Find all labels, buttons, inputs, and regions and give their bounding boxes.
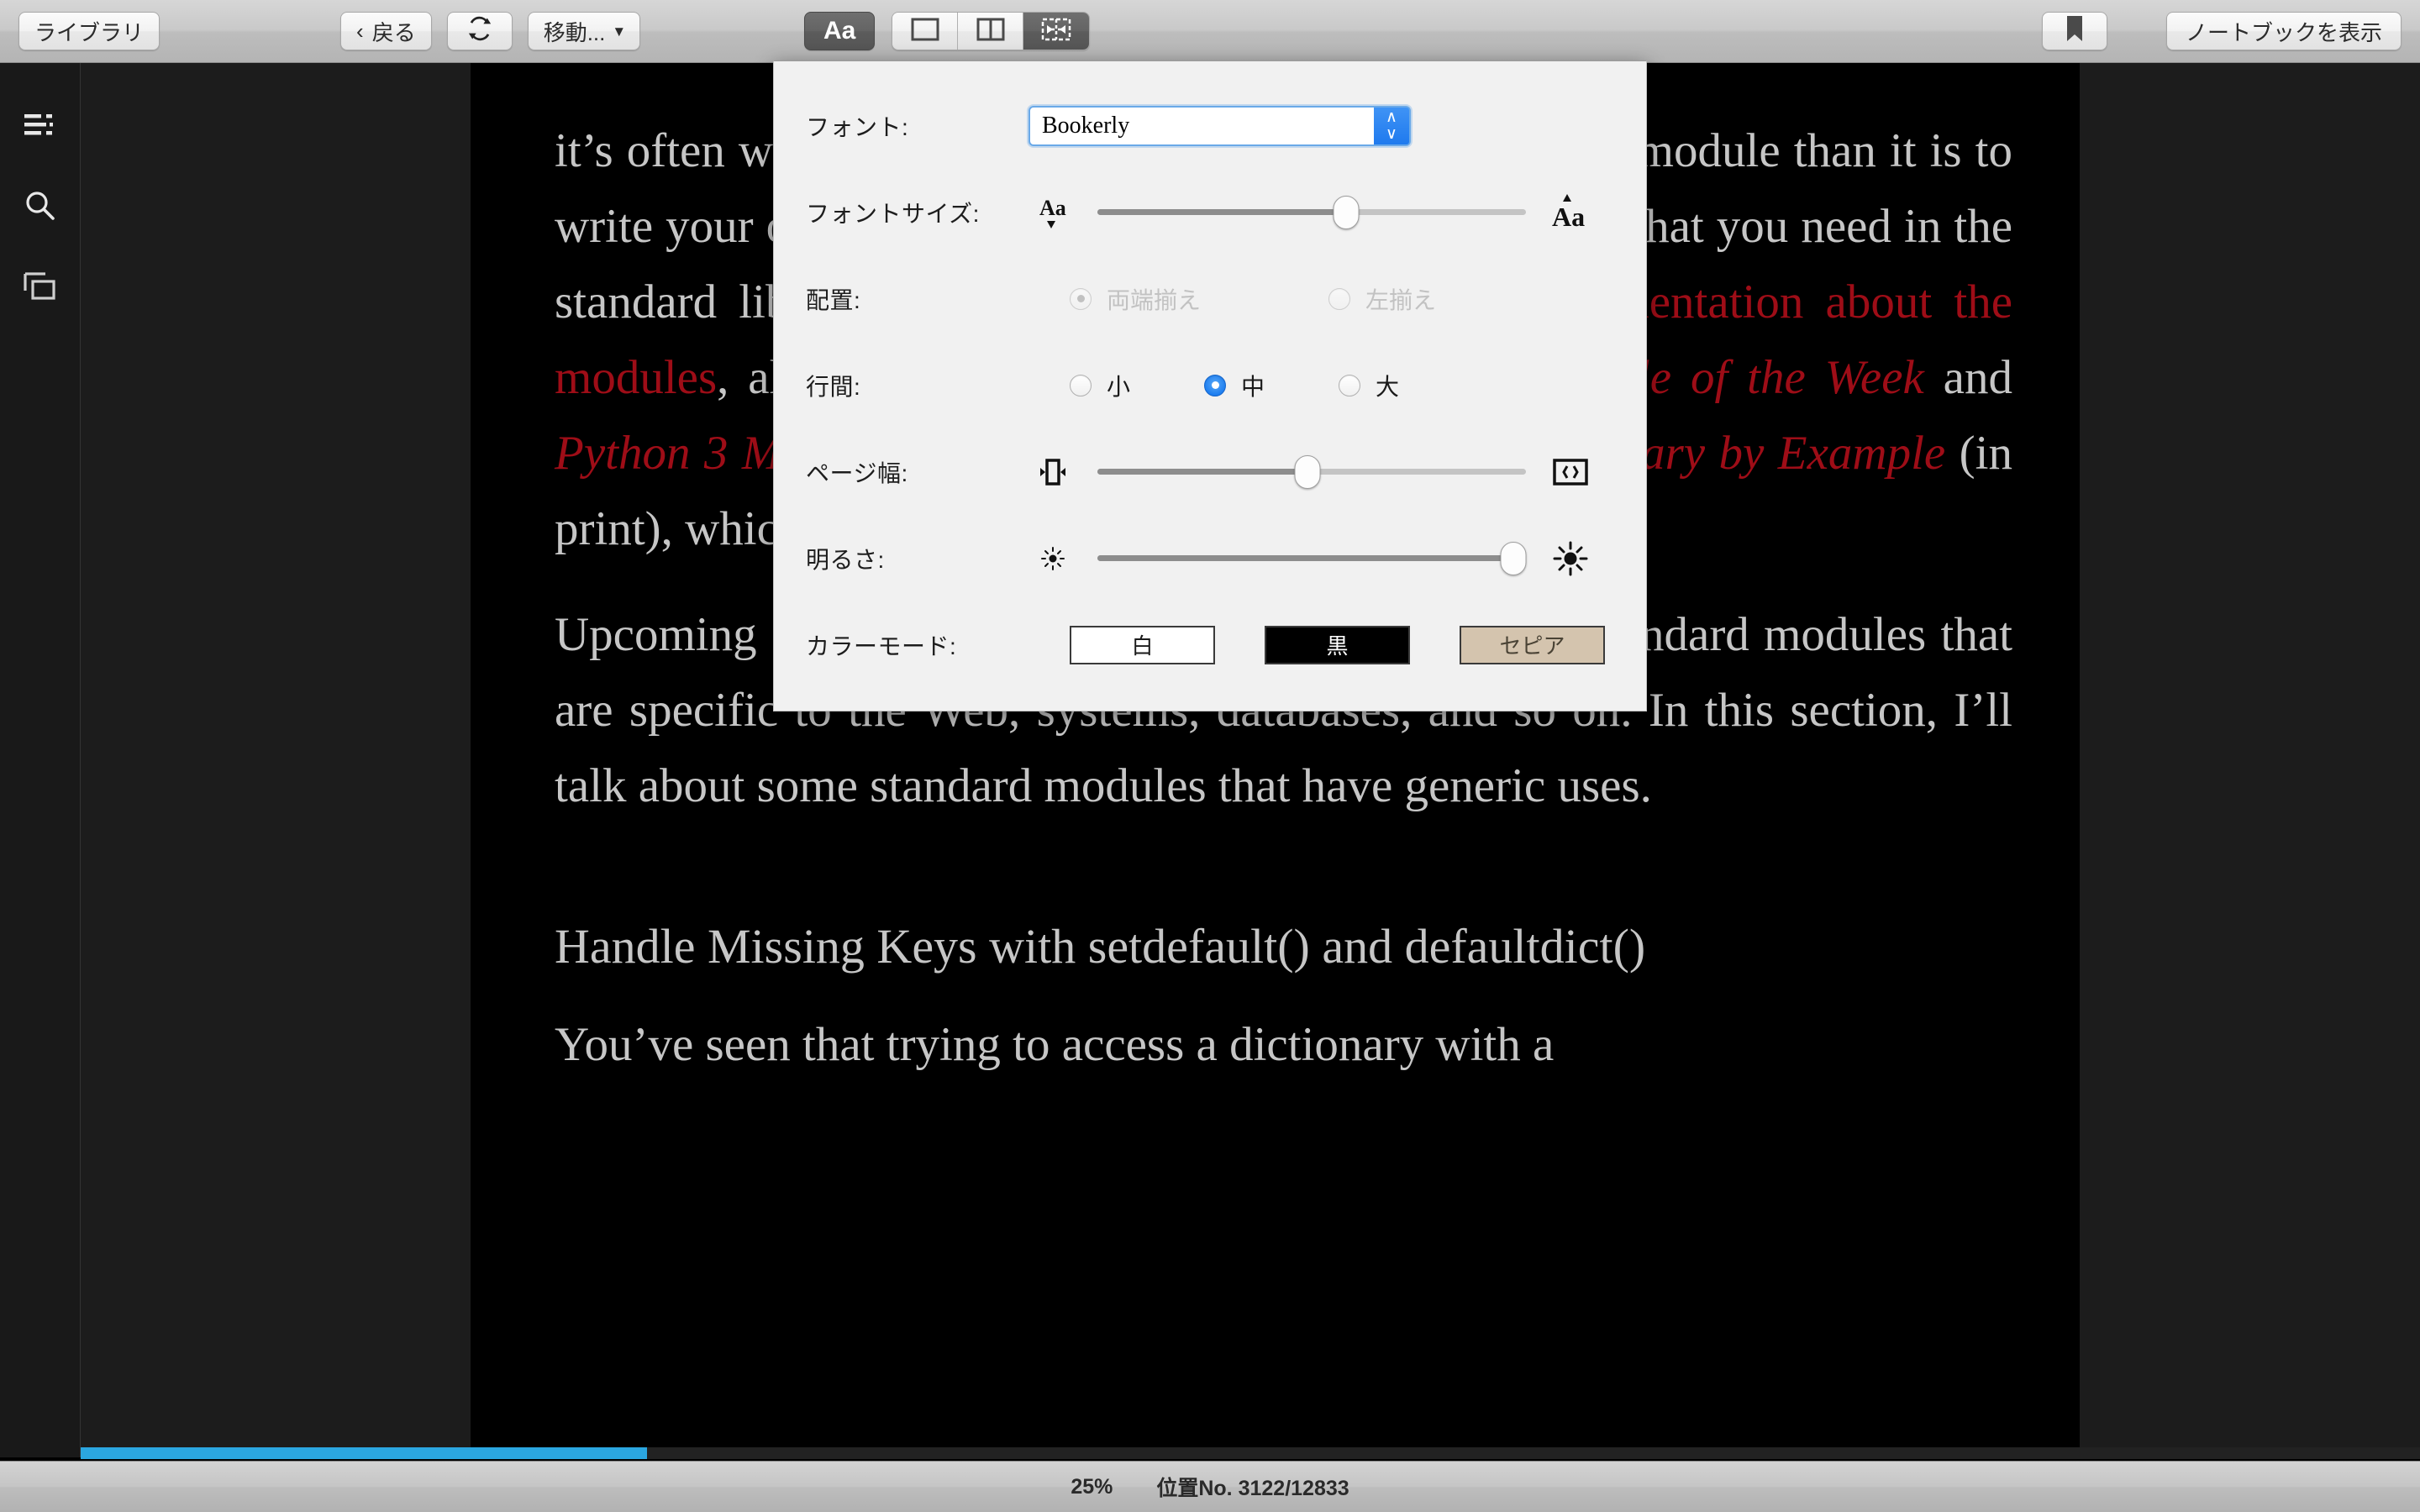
view-mode-double-button[interactable] bbox=[958, 13, 1024, 50]
paragraph-1-mid2: and bbox=[1923, 351, 2012, 404]
show-notebook-button[interactable]: ノートブックを表示 bbox=[2165, 12, 2402, 50]
font-settings-label: Aa bbox=[823, 17, 856, 45]
font-settings-button[interactable]: Aa bbox=[804, 12, 876, 50]
single-page-view-icon bbox=[911, 18, 939, 45]
back-button-label: 戻る bbox=[371, 19, 416, 45]
radio-spacing-small-icon[interactable] bbox=[1070, 374, 1092, 396]
page-width-slider-knob[interactable] bbox=[1294, 454, 1321, 489]
alignment-justify-label: 両端揃え bbox=[1107, 286, 1202, 313]
color-mode-row-label: カラーモード: bbox=[806, 633, 957, 659]
font-size-slider-knob[interactable] bbox=[1333, 195, 1360, 229]
bookmark-icon bbox=[2065, 15, 2084, 48]
cards-stack-icon bbox=[24, 271, 57, 305]
page-width-row: ページ幅: bbox=[806, 428, 1614, 515]
narrow-page-icon[interactable] bbox=[1028, 455, 1077, 489]
chevron-down-icon: ▼ bbox=[612, 23, 627, 39]
view-mode-continuous-button[interactable] bbox=[1023, 13, 1090, 50]
font-select[interactable]: Bookerly ∧ ∨ bbox=[1028, 105, 1411, 146]
chevron-left-icon: ‹ bbox=[356, 18, 364, 44]
page-width-row-label: ページ幅: bbox=[806, 459, 908, 486]
sidebar-item-search[interactable] bbox=[0, 167, 81, 248]
alignment-option-left: 左揃え bbox=[1328, 282, 1436, 316]
list-lines-icon bbox=[24, 113, 56, 142]
increase-font-size-icon[interactable]: Aa bbox=[1546, 191, 1595, 234]
goto-button[interactable]: 移動... ▼ bbox=[527, 12, 641, 50]
show-notebook-label: ノートブックを表示 bbox=[2185, 19, 2382, 45]
page-width-slider[interactable] bbox=[1097, 454, 1526, 489]
brightness-low-icon[interactable] bbox=[1028, 544, 1077, 573]
line-spacing-medium-label: 中 bbox=[1241, 373, 1265, 400]
brightness-high-icon[interactable] bbox=[1546, 540, 1595, 577]
page-width-slider-filled bbox=[1097, 469, 1307, 475]
font-size-slider-filled bbox=[1097, 209, 1346, 215]
color-mode-sepia-label: セピア bbox=[1499, 633, 1565, 659]
goto-button-label: 移動... bbox=[543, 19, 606, 45]
bookmark-button[interactable] bbox=[2041, 12, 2107, 50]
font-size-row: フォントサイズ: Aa Aa bbox=[806, 169, 1614, 255]
book-section-heading: Handle Missing Keys with setdefault() an… bbox=[555, 919, 1646, 974]
svg-text:Aa: Aa bbox=[1039, 196, 1066, 220]
library-button[interactable]: ライブラリ bbox=[18, 12, 160, 50]
main-toolbar: ライブラリ ‹ 戻る 移動... ▼ Aa ノートブックを表示 bbox=[0, 0, 2420, 63]
font-size-row-label: フォントサイズ: bbox=[806, 200, 980, 227]
color-mode-white-button[interactable]: 白 bbox=[1070, 625, 1215, 664]
stepper-up-icon: ∧ bbox=[1386, 108, 1397, 126]
font-size-slider[interactable] bbox=[1097, 195, 1526, 229]
left-sidebar bbox=[0, 63, 81, 1457]
radio-spacing-large-icon[interactable] bbox=[1339, 374, 1361, 396]
line-spacing-option-medium[interactable]: 中 bbox=[1204, 369, 1265, 402]
view-mode-group bbox=[892, 12, 1091, 50]
magnifier-icon bbox=[24, 190, 56, 226]
reader-window: ライブラリ ‹ 戻る 移動... ▼ Aa ノートブックを表示 it’s oft… bbox=[0, 0, 2420, 1512]
radio-justify-icon bbox=[1070, 287, 1092, 310]
font-select-value: Bookerly bbox=[1042, 112, 1130, 139]
line-spacing-small-label: 小 bbox=[1107, 373, 1131, 400]
decrease-font-size-icon[interactable]: Aa bbox=[1028, 193, 1077, 232]
sync-button[interactable] bbox=[446, 12, 513, 50]
font-select-stepper[interactable]: ∧ ∨ bbox=[1374, 107, 1409, 144]
two-column-view-icon bbox=[976, 18, 1005, 45]
view-mode-single-button[interactable] bbox=[892, 13, 959, 50]
display-settings-popover: フォント: Bookerly ∧ ∨ フォントサイズ: Aa Aa 配置: 両端… bbox=[773, 60, 1647, 711]
reading-progress-track[interactable] bbox=[81, 1447, 2420, 1459]
brightness-slider-knob[interactable] bbox=[1500, 541, 1527, 575]
brightness-slider-filled bbox=[1097, 555, 1513, 561]
location-label: 位置No. 3122/12833 bbox=[1156, 1477, 1349, 1500]
line-spacing-large-label: 大 bbox=[1376, 373, 1400, 400]
radio-left-align-icon bbox=[1328, 287, 1351, 310]
alignment-row-label: 配置: bbox=[806, 286, 861, 313]
radio-spacing-medium-icon[interactable] bbox=[1204, 374, 1227, 396]
sync-refresh-icon bbox=[467, 16, 492, 47]
continuous-scroll-view-icon bbox=[1041, 18, 1071, 45]
status-bar: 25% 位置No. 3122/12833 bbox=[0, 1461, 2420, 1512]
stepper-down-icon: ∨ bbox=[1386, 124, 1397, 143]
color-mode-row: カラーモード: 白 黒 セピア bbox=[806, 601, 1614, 688]
reading-progress-fill bbox=[81, 1447, 647, 1459]
brightness-slider[interactable] bbox=[1097, 541, 1527, 575]
color-mode-white-label: 白 bbox=[1131, 633, 1154, 659]
font-row-label: フォント: bbox=[806, 113, 909, 140]
color-mode-black-button[interactable]: 黒 bbox=[1265, 625, 1410, 664]
brightness-row: 明るさ: bbox=[806, 515, 1614, 601]
alignment-option-justify: 両端揃え bbox=[1070, 282, 1201, 316]
line-spacing-row-label: 行間: bbox=[806, 373, 861, 400]
book-paragraph-3: You’ve seen that trying to access a dict… bbox=[555, 1018, 1555, 1071]
back-button[interactable]: ‹ 戻る bbox=[340, 12, 432, 50]
font-row: フォント: Bookerly ∧ ∨ bbox=[806, 82, 1614, 169]
color-mode-black-label: 黒 bbox=[1326, 633, 1349, 659]
line-spacing-option-small[interactable]: 小 bbox=[1070, 369, 1130, 402]
brightness-row-label: 明るさ: bbox=[806, 546, 885, 573]
wide-page-icon[interactable] bbox=[1546, 455, 1595, 489]
alignment-left-label: 左揃え bbox=[1365, 286, 1437, 313]
svg-text:Aa: Aa bbox=[1552, 202, 1585, 232]
sidebar-item-table-of-contents[interactable] bbox=[0, 87, 81, 167]
line-spacing-row: 行間: 小 中 大 bbox=[806, 342, 1614, 428]
line-spacing-option-large[interactable]: 大 bbox=[1339, 369, 1399, 402]
library-button-label: ライブラリ bbox=[34, 19, 145, 45]
alignment-row: 配置: 両端揃え 左揃え bbox=[806, 255, 1614, 342]
zoom-percent-label: 25% bbox=[1071, 1474, 1113, 1499]
color-mode-sepia-button[interactable]: セピア bbox=[1460, 625, 1605, 664]
sidebar-item-flashcards[interactable] bbox=[0, 248, 81, 328]
